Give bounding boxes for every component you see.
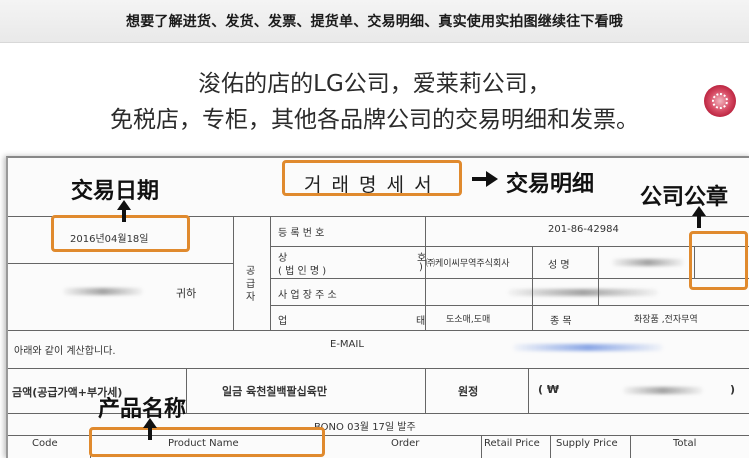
company-seal-image [704,85,736,117]
callout-company-seal: 公司公章 [640,185,729,210]
supplier-label: 공 급 자 [246,266,256,303]
recipient-suffix: 귀하 [176,287,197,300]
rule [528,368,529,413]
email-redacted [513,344,663,351]
business-label-a: 업 [278,316,288,327]
rule [481,435,482,458]
title-highlight-box [282,160,462,196]
company-label-b: ( 법 인 명 ) [278,266,327,277]
seal-highlight-box [689,231,748,290]
rule [598,246,599,306]
item-label: 종 목 [550,316,572,327]
recipient-redacted [63,288,143,295]
amount-korean: 일금 육천칠백팔십육만 [222,385,328,398]
rule [8,368,749,369]
callout-product-name: 产品名称 [98,397,187,422]
col-supply-price: Supply Price [556,438,618,449]
email-label: E-MAIL [330,339,364,350]
rule [532,246,533,330]
rule [8,330,749,331]
rule [270,246,749,247]
product-name-highlight-box [89,427,325,457]
currency-open: ( ₩ [538,383,559,396]
up-arrow-icon [692,206,706,228]
ceo-redacted [612,259,684,266]
up-arrow-icon [117,200,131,222]
callout-trade-date: 交易日期 [71,179,160,204]
rule [233,216,234,330]
rule [270,216,271,330]
won-label: 원정 [458,385,479,398]
rule [270,278,749,279]
order-reference: BONO 03월 17일 발주 [314,422,416,433]
ceo-label: 성 명 [548,260,570,271]
rule [630,435,631,458]
address-redacted [508,289,658,296]
up-arrow-icon [143,418,157,440]
right-arrow-icon [472,171,498,187]
top-banner: 想要了解进货、发货、发票、提货单、交易明细、真实使用实拍图继续往下看哦 [0,0,749,43]
intro-line-1: 浚佑的店的LG公司，爱莱莉公司， [198,71,551,97]
registration-number: 201-86-42984 [548,224,619,235]
rule [233,216,749,217]
amount-redacted [623,387,703,394]
callout-trade-statement: 交易明细 [506,172,595,197]
registration-label: 등 록 번 호 [278,228,325,239]
item-type: 화장품 ,전자무역 [634,315,698,325]
col-order: Order [391,438,420,449]
business-label-b: 태 [416,316,426,327]
calculation-note: 아래와 같이 계산합니다. [14,346,116,357]
company-label-end-b: ) [419,262,423,273]
rule [425,368,426,413]
col-total: Total [673,438,697,449]
rule [8,263,233,264]
col-code: Code [32,438,58,449]
rule [186,368,187,413]
currency-close: ) [730,383,736,396]
company-name: ㈜케이씨무역주식회사 [426,259,510,269]
intro-line-2: 免税店，专柜，其他各品牌公司的交易明细和发票。 [110,107,639,133]
business-type: 도소매,도매 [446,315,491,325]
rule [550,435,551,458]
col-retail-price: Retail Price [484,438,540,449]
rule [270,305,749,306]
address-label: 사 업 장 주 소 [278,290,337,301]
